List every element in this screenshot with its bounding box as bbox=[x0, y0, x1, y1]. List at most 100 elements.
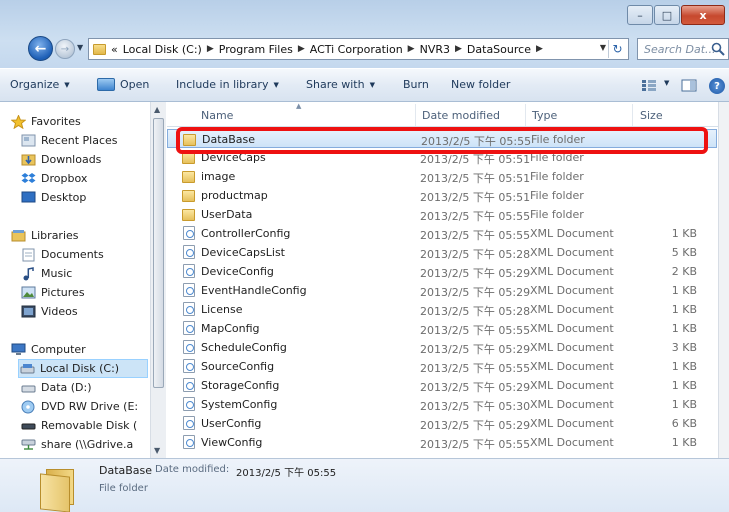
nav-downloads[interactable]: Downloads bbox=[20, 150, 150, 169]
nav-pane-scrollbar[interactable]: ▲ ▼ bbox=[150, 102, 166, 458]
forward-button[interactable]: → bbox=[55, 39, 75, 59]
file-name: SourceConfig bbox=[201, 360, 275, 373]
recent-pages-dropdown[interactable]: ▼ bbox=[77, 43, 83, 52]
back-button[interactable]: ← bbox=[28, 36, 53, 61]
organize-menu[interactable]: Organize ▼ bbox=[10, 78, 70, 91]
file-row[interactable]: productmap 2013/2/5 下午 05:51 File folder bbox=[167, 186, 717, 205]
refresh-icon[interactable]: ↻ bbox=[608, 40, 626, 58]
change-view-icon[interactable] bbox=[641, 79, 657, 92]
file-row[interactable]: License 2013/2/5 下午 05:28 XML Document 1… bbox=[167, 300, 717, 319]
arrow-right-icon: → bbox=[60, 43, 70, 55]
file-row[interactable]: StorageConfig 2013/2/5 下午 05:29 XML Docu… bbox=[167, 376, 717, 395]
file-row[interactable]: SystemConfig 2013/2/5 下午 05:30 XML Docum… bbox=[167, 395, 717, 414]
nav-desktop[interactable]: Desktop bbox=[20, 188, 150, 207]
column-name[interactable]: Name bbox=[201, 109, 233, 122]
share-with-menu[interactable]: Share with ▼ bbox=[306, 78, 375, 91]
nav-dropbox[interactable]: Dropbox bbox=[20, 169, 150, 188]
folder-icon bbox=[182, 190, 195, 202]
column-size[interactable]: Size bbox=[640, 109, 663, 122]
file-row[interactable]: MapConfig 2013/2/5 下午 05:55 XML Document… bbox=[167, 319, 717, 338]
search-icon[interactable] bbox=[711, 42, 725, 56]
file-row[interactable]: ViewConfig 2013/2/5 下午 05:55 XML Documen… bbox=[167, 433, 717, 452]
breadcrumb-nvr3[interactable]: NVR3 bbox=[420, 43, 450, 56]
nav-label: Recent Places bbox=[41, 134, 118, 147]
chevron-right-icon[interactable]: ▶ bbox=[298, 44, 305, 54]
nav-videos[interactable]: Videos bbox=[20, 302, 150, 321]
file-type: XML Document bbox=[530, 360, 614, 373]
column-divider[interactable] bbox=[415, 104, 416, 126]
chevron-right-icon[interactable]: ▶ bbox=[408, 44, 415, 54]
file-row[interactable]: SourceConfig 2013/2/5 下午 05:55 XML Docum… bbox=[167, 357, 717, 376]
file-date: 2013/2/5 下午 05:55 bbox=[420, 438, 531, 451]
breadcrumb-local-disk[interactable]: Local Disk (C:) bbox=[123, 43, 202, 56]
breadcrumb-overflow[interactable]: « bbox=[111, 43, 118, 56]
caption-buttons: – □ x bbox=[627, 5, 725, 25]
nav-data-d[interactable]: Data (D:) bbox=[20, 378, 150, 397]
xml-file-icon bbox=[183, 359, 195, 373]
breadcrumb-program-files[interactable]: Program Files bbox=[219, 43, 293, 56]
folder-icon bbox=[182, 171, 195, 183]
nav-dvd-drive[interactable]: DVD RW Drive (E: bbox=[20, 397, 150, 416]
chevron-right-icon[interactable]: ▶ bbox=[207, 44, 214, 54]
file-list-scrollbar[interactable] bbox=[718, 102, 729, 458]
view-options-dropdown[interactable]: ▼ bbox=[659, 79, 669, 87]
nav-computer[interactable]: Computer bbox=[10, 340, 150, 359]
column-divider[interactable] bbox=[632, 104, 633, 126]
maximize-button[interactable]: □ bbox=[654, 5, 680, 25]
new-folder-button[interactable]: New folder bbox=[451, 78, 510, 91]
breadcrumb-acti-corporation[interactable]: ACTi Corporation bbox=[310, 43, 403, 56]
help-icon[interactable]: ? bbox=[709, 78, 725, 94]
file-row[interactable]: ScheduleConfig 2013/2/5 下午 05:29 XML Doc… bbox=[167, 338, 717, 357]
nav-label: Favorites bbox=[31, 115, 81, 128]
column-type[interactable]: Type bbox=[532, 109, 557, 122]
details-pane: DataBase Date modified: 2013/2/5 下午 05:5… bbox=[0, 458, 729, 512]
minimize-button[interactable]: – bbox=[627, 5, 653, 25]
sort-ascending-icon: ▲ bbox=[296, 102, 302, 110]
nav-recent-places[interactable]: Recent Places bbox=[20, 131, 150, 150]
nav-label: Data (D:) bbox=[41, 381, 92, 394]
libraries-icon bbox=[10, 229, 26, 243]
nav-documents[interactable]: Documents bbox=[20, 245, 150, 264]
file-row[interactable]: ControllerConfig 2013/2/5 下午 05:55 XML D… bbox=[167, 224, 717, 243]
column-divider[interactable] bbox=[525, 104, 526, 126]
xml-file-icon bbox=[183, 321, 195, 335]
nav-pictures[interactable]: Pictures bbox=[20, 283, 150, 302]
nav-removable-disk[interactable]: Removable Disk ( bbox=[20, 416, 150, 435]
xml-file-icon bbox=[183, 245, 195, 259]
chevron-right-icon[interactable]: ▶ bbox=[455, 44, 462, 54]
file-date: 2013/2/5 下午 05:29 bbox=[420, 343, 531, 356]
chevron-down-icon: ▼ bbox=[369, 80, 375, 89]
file-row[interactable]: DeviceConfig 2013/2/5 下午 05:29 XML Docum… bbox=[167, 262, 717, 281]
videos-icon bbox=[20, 305, 36, 319]
file-type: File folder bbox=[530, 170, 584, 183]
preview-pane-icon[interactable] bbox=[681, 79, 697, 92]
nav-music[interactable]: Music bbox=[20, 264, 150, 283]
chevron-right-icon[interactable]: ▶ bbox=[536, 44, 543, 54]
include-in-library-menu[interactable]: Include in library ▼ bbox=[176, 78, 279, 91]
file-row[interactable]: UserConfig 2013/2/5 下午 05:29 XML Documen… bbox=[167, 414, 717, 433]
burn-button[interactable]: Burn bbox=[403, 78, 429, 91]
nav-favorites[interactable]: Favorites bbox=[10, 112, 150, 131]
nav-libraries[interactable]: Libraries bbox=[10, 226, 150, 245]
address-dropdown[interactable]: ▼ bbox=[600, 43, 606, 52]
column-date-modified[interactable]: Date modified bbox=[422, 109, 500, 122]
file-row[interactable]: image 2013/2/5 下午 05:51 File folder bbox=[167, 167, 717, 186]
file-row[interactable]: UserData 2013/2/5 下午 05:55 File folder bbox=[167, 205, 717, 224]
breadcrumb-datasource[interactable]: DataSource bbox=[467, 43, 531, 56]
open-button[interactable]: Open bbox=[97, 78, 149, 91]
file-row[interactable]: EventHandleConfig 2013/2/5 下午 05:29 XML … bbox=[167, 281, 717, 300]
file-row[interactable]: DeviceCapsList 2013/2/5 下午 05:28 XML Doc… bbox=[167, 243, 717, 262]
address-bar[interactable]: « Local Disk (C:) ▶ Program Files ▶ ACTi… bbox=[88, 38, 629, 60]
nav-label: Desktop bbox=[41, 191, 87, 204]
scroll-down-icon[interactable]: ▼ bbox=[154, 446, 160, 455]
close-button[interactable]: x bbox=[681, 5, 725, 25]
search-placeholder: Search Dat... bbox=[644, 42, 716, 56]
file-type: XML Document bbox=[530, 379, 614, 392]
scroll-up-icon[interactable]: ▲ bbox=[154, 105, 160, 114]
scrollbar-thumb[interactable] bbox=[153, 118, 164, 388]
nav-network-share[interactable]: share (\\Gdrive.a bbox=[20, 435, 150, 454]
file-type: XML Document bbox=[530, 417, 614, 430]
xml-file-icon bbox=[183, 264, 195, 278]
search-input[interactable]: Search Dat... bbox=[637, 38, 729, 60]
nav-local-disk[interactable]: Local Disk (C:) bbox=[18, 359, 148, 378]
